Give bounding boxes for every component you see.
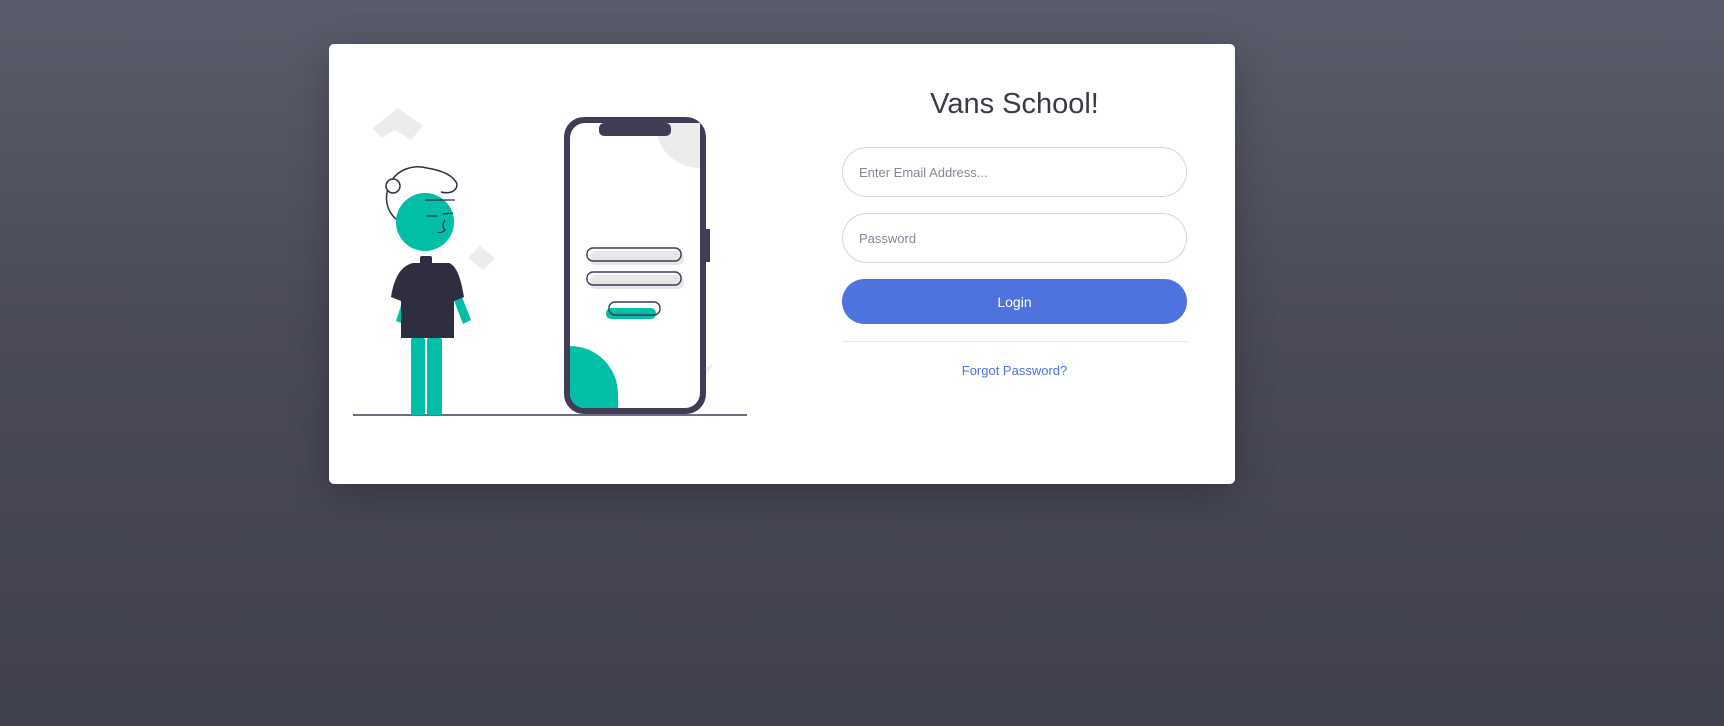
page-title: Vans School! — [930, 88, 1099, 120]
person-phone-illustration — [353, 108, 747, 416]
phone-graphic — [564, 117, 710, 414]
login-card: Vans School! Login Forgot Password? — [329, 44, 1235, 484]
forgot-password-link[interactable]: Forgot Password? — [962, 363, 1068, 378]
divider — [842, 341, 1187, 342]
forgot-password-container: Forgot Password? — [842, 362, 1187, 380]
email-field[interactable] — [842, 147, 1187, 197]
password-field[interactable] — [842, 213, 1187, 263]
login-illustration — [353, 104, 753, 424]
login-form: Vans School! Login Forgot Password? — [842, 86, 1187, 380]
login-button[interactable]: Login — [842, 279, 1187, 324]
person-graphic — [385, 166, 471, 415]
